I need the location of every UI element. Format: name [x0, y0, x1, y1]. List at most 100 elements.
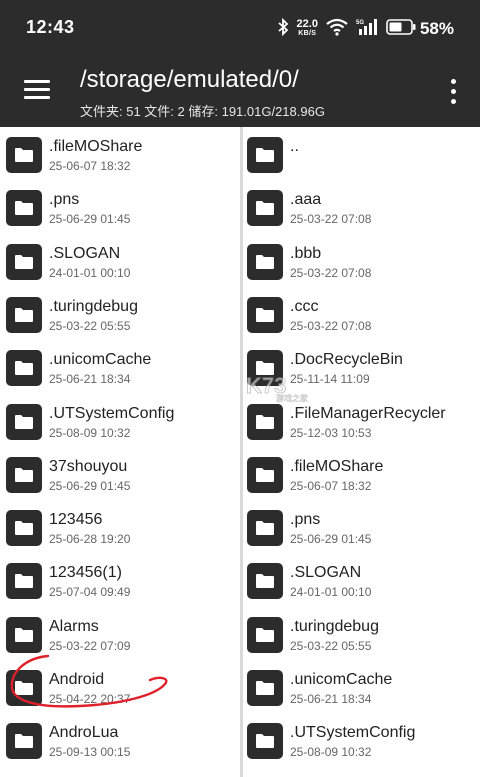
folder-name: .unicomCache	[49, 351, 152, 369]
svg-text:5G: 5G	[356, 20, 364, 26]
current-path: /storage/emulated/0/	[80, 66, 299, 93]
left-folder-row[interactable]: .unicomCache 25-06-21 18:34	[0, 340, 240, 393]
folder-name: Android	[49, 671, 105, 688]
folder-icon	[247, 243, 283, 280]
right-folder-row[interactable]: .fileMOShare 25-06-07 18:32	[243, 447, 480, 500]
folder-date: 25-06-07 18:32	[49, 159, 131, 173]
network-speed-value: 22.0	[296, 18, 318, 30]
battery-indicator: 58%	[386, 18, 454, 40]
folder-icon	[6, 137, 42, 173]
folder-name: .fileMOShare	[49, 138, 143, 155]
battery-icon	[386, 18, 416, 40]
folder-name: .ccc	[290, 297, 319, 315]
folder-name: Alarms	[49, 617, 99, 635]
folder-date: 24-01-01 00:10	[290, 585, 372, 600]
left-folder-row[interactable]: .UTSystemConfig 25-08-09 10:32	[0, 394, 240, 447]
folder-name: .UTSystemConfig	[49, 404, 175, 422]
storage-stats: 文件夹: 51 文件: 2 储存: 191.01G/218.96G	[80, 104, 325, 119]
folder-name: .fileMOShare	[290, 457, 384, 475]
left-folder-row[interactable]: Alarms 25-03-22 07:09	[0, 607, 240, 660]
folder-name: 123456	[49, 511, 103, 529]
more-options-icon[interactable]	[448, 78, 458, 106]
folder-icon	[247, 350, 283, 387]
right-folder-row[interactable]: .pns 25-06-29 01:45	[243, 500, 480, 553]
left-folder-row[interactable]: 123456(1) 25-07-04 09:49	[0, 553, 240, 606]
folder-date: 25-12-03 10:53	[290, 425, 372, 440]
folder-icon	[6, 563, 42, 600]
folder-date: 25-06-29 01:45	[290, 532, 372, 547]
right-folder-row[interactable]: .SLOGAN 24-01-01 00:10	[243, 553, 480, 606]
folder-icon	[6, 723, 42, 760]
cellular-signal-icon: 5G	[356, 18, 378, 41]
status-time: 12:43	[26, 17, 75, 37]
folder-icon	[247, 616, 283, 653]
right-folder-row[interactable]: .bbb 25-03-22 07:08	[243, 234, 480, 287]
folder-date: 25-06-28 19:20	[49, 532, 131, 547]
folder-icon	[6, 350, 42, 387]
folder-icon	[6, 510, 42, 547]
left-file-pane[interactable]: .fileMOShare 25-06-07 18:32 .pns 25-06-29 0…	[0, 127, 240, 777]
right-folder-row[interactable]: .turingdebug 25-03-22 05:55	[243, 607, 480, 660]
folder-date: 25-03-22 07:08	[290, 212, 372, 227]
folder-icon	[247, 137, 283, 173]
folder-icon	[247, 510, 283, 547]
folder-name: .pns	[290, 511, 321, 529]
folder-name: ..	[290, 138, 299, 155]
left-folder-row[interactable]: .pns 25-06-29 01:45	[0, 180, 240, 233]
folder-date: 24-01-01 00:10	[49, 265, 131, 280]
network-speed: 22.0 KB/S	[296, 18, 318, 38]
folder-date: 25-08-09 10:32	[290, 745, 372, 760]
right-file-pane[interactable]: .. .aaa 25-03-22 07:08 .bbb 25-03-22 07:08 .c…	[243, 127, 480, 777]
folder-icon	[247, 296, 283, 333]
wifi-icon	[326, 18, 348, 41]
menu-icon[interactable]	[24, 78, 52, 102]
folder-date: 25-07-04 09:49	[49, 585, 131, 600]
folder-name: .FileManagerRecycler	[290, 404, 446, 422]
left-folder-row[interactable]: Android 25-04-22 20:37	[0, 660, 240, 713]
folder-name: .bbb	[290, 244, 322, 262]
folder-name: .aaa	[290, 191, 322, 209]
folder-icon	[247, 670, 283, 706]
folder-date: 25-03-22 05:55	[290, 638, 372, 653]
left-folder-row[interactable]: 37shouyou 25-06-29 01:45	[0, 447, 240, 500]
folder-name: .turingdebug	[49, 297, 138, 315]
right-folder-row[interactable]: .ccc 25-03-22 07:08	[243, 287, 480, 340]
bluetooth-icon	[277, 17, 289, 41]
folder-date: 25-03-22 05:55	[49, 318, 131, 333]
folder-date: 25-06-29 01:45	[49, 478, 131, 493]
left-folder-row[interactable]: .turingdebug 25-03-22 05:55	[0, 287, 240, 340]
folder-name: .SLOGAN	[49, 244, 121, 262]
folder-date: 25-03-22 07:09	[49, 638, 131, 653]
status-icons: 22.0 KB/S 5G 58%	[277, 15, 454, 43]
right-folder-row[interactable]: .aaa 25-03-22 07:08	[243, 180, 480, 233]
network-speed-unit: KB/S	[298, 30, 317, 37]
folder-name: .UTSystemConfig	[290, 724, 416, 742]
left-folder-row[interactable]: AndroLua 25-09-13 00:15	[0, 713, 240, 766]
folder-icon	[6, 243, 42, 280]
folder-date: 25-08-09 10:32	[49, 425, 131, 440]
folder-name: .pns	[49, 191, 80, 209]
battery-percent: 58%	[419, 19, 454, 38]
folder-name: .unicomCache	[290, 671, 393, 688]
folder-date: 25-06-07 18:32	[290, 478, 372, 493]
folder-icon	[247, 456, 283, 493]
folder-name: .DocRecycleBin	[290, 351, 403, 369]
right-folder-row[interactable]: .DocRecycleBin 25-11-14 11:09	[243, 340, 480, 393]
left-folder-row[interactable]: 123456 25-06-28 19:20	[0, 500, 240, 553]
folder-icon	[247, 563, 283, 600]
left-folder-row[interactable]: .fileMOShare 25-06-07 18:32	[0, 127, 240, 180]
folder-date: 25-06-21 18:34	[290, 692, 372, 706]
right-folder-row[interactable]: .UTSystemConfig 25-08-09 10:32	[243, 713, 480, 766]
right-folder-row[interactable]: .unicomCache 25-06-21 18:34	[243, 660, 480, 713]
folder-name: .SLOGAN	[290, 564, 362, 582]
folder-date: 25-11-14 11:09	[290, 372, 370, 387]
right-folder-row[interactable]: .FileManagerRecycler 25-12-03 10:53	[243, 394, 480, 447]
folder-icon	[6, 670, 42, 706]
right-folder-row[interactable]: ..	[243, 127, 480, 180]
folder-name: .turingdebug	[290, 617, 379, 635]
folder-date: 25-03-22 07:08	[290, 318, 372, 333]
folder-icon	[247, 403, 283, 440]
folder-date: 25-06-21 18:34	[49, 372, 131, 387]
folder-name: 123456(1)	[49, 564, 122, 582]
left-folder-row[interactable]: .SLOGAN 24-01-01 00:10	[0, 234, 240, 287]
